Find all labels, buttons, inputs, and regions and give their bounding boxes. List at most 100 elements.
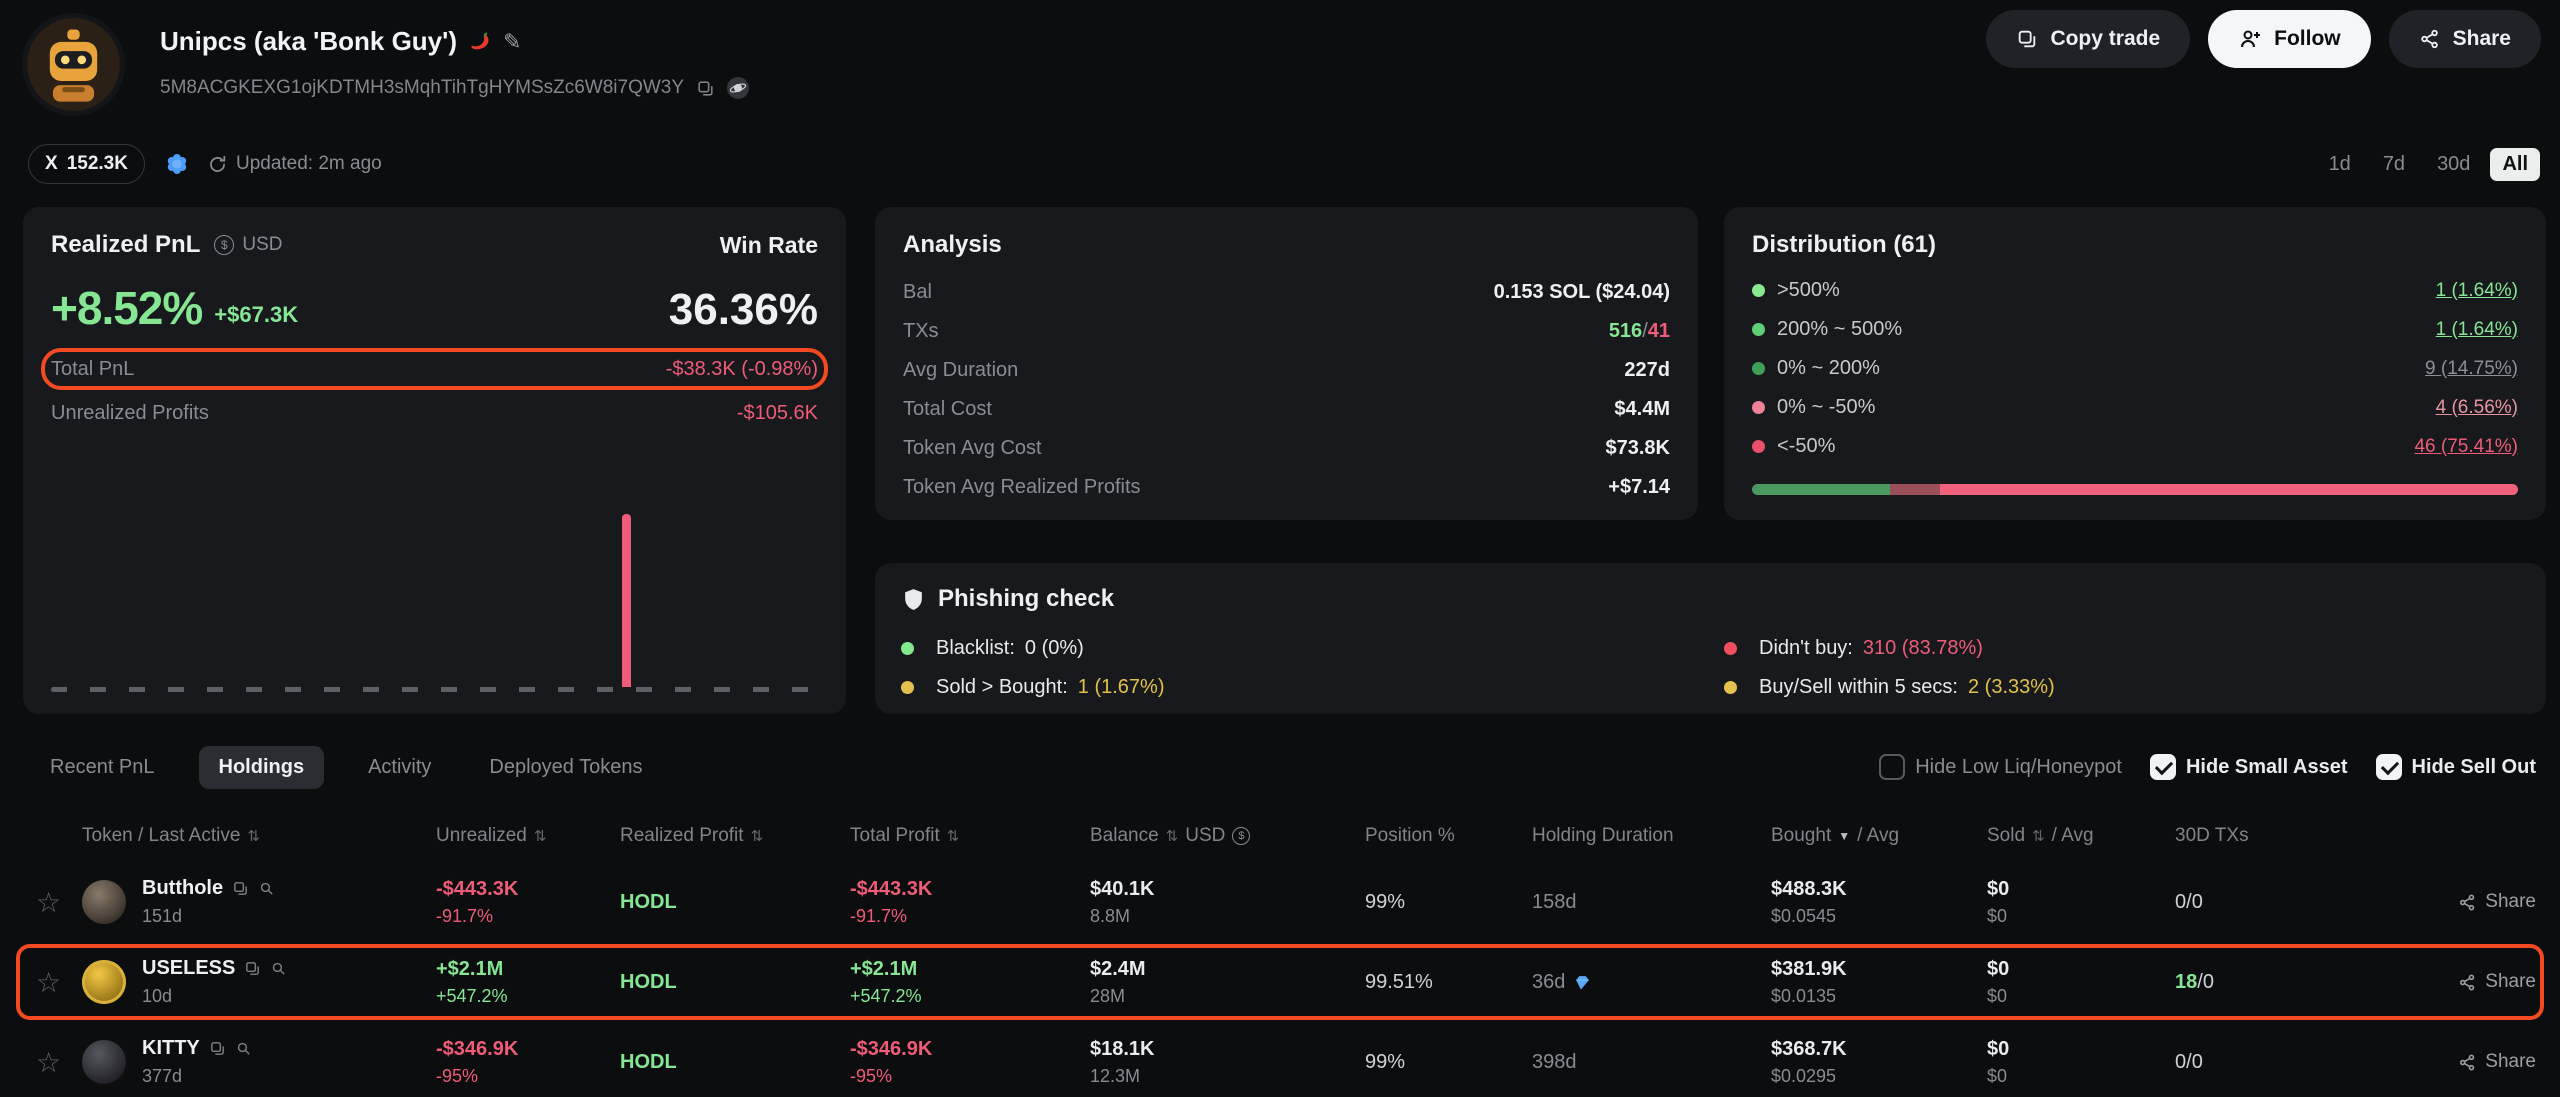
tab-deployed-tokens[interactable]: Deployed Tokens <box>475 746 656 789</box>
tab-recent-pnl[interactable]: Recent PnL <box>36 746 169 789</box>
bought-value: $488.3K <box>1771 878 1987 901</box>
balance-amount: 8.8M <box>1090 906 1365 927</box>
row-share-label: Share <box>2485 971 2536 993</box>
badge-icon[interactable] <box>165 152 189 176</box>
search-token-icon[interactable] <box>258 880 275 897</box>
token-name[interactable]: KITTY <box>142 1037 200 1060</box>
realized-profit-value: HODL <box>620 971 677 993</box>
phishing-value: 0 (0%) <box>1025 637 1084 660</box>
sort-icon[interactable]: ⇅ <box>751 827 764 845</box>
token-name[interactable]: Butthole <box>142 877 223 900</box>
analysis-label: Token Avg Cost <box>903 437 1042 460</box>
search-token-icon[interactable] <box>270 960 287 977</box>
copy-address-icon[interactable] <box>696 79 715 98</box>
sold-avg: $0 <box>1987 986 2175 1007</box>
phishing-col-2: Didn't buy: 310 (83.78%) Buy/Sell within… <box>1724 629 2520 707</box>
distribution-value[interactable]: 9 (14.75%) <box>2425 358 2518 380</box>
checkbox-checked[interactable] <box>2376 754 2402 780</box>
follow-label: Follow <box>2274 27 2341 51</box>
sold-value: $0 <box>1987 958 2175 981</box>
copy-token-icon[interactable] <box>209 1040 226 1057</box>
distribution-bar <box>1752 484 2518 495</box>
filter-hide-low-liq[interactable]: Hide Low Liq/Honeypot <box>1879 754 2122 780</box>
explorer-icon[interactable] <box>727 77 749 99</box>
sort-desc-icon[interactable]: ▼ <box>1838 829 1850 843</box>
realized-profit-value: HODL <box>620 1051 677 1073</box>
analysis-value: 0.153 SOL ($24.04) <box>1494 281 1670 304</box>
col-total-profit[interactable]: Total Profit <box>850 825 940 847</box>
search-token-icon[interactable] <box>235 1040 252 1057</box>
realized-pnl-title: Realized PnL <box>51 231 200 259</box>
col-token[interactable]: Token / Last Active <box>82 825 240 847</box>
bought-value: $368.7K <box>1771 1038 1987 1061</box>
time-filter-1d[interactable]: 1d <box>2317 148 2363 181</box>
phishing-label: Didn't buy: <box>1759 637 1853 660</box>
table-row-useless[interactable]: ☆ USELESS 10d +$2.1M+547.2% HODL +$2.1M+… <box>0 942 2560 1022</box>
copy-token-icon[interactable] <box>244 960 261 977</box>
table-row-kitty[interactable]: ☆ KITTY 377d -$346.9K-95% HODL -$346.9K-… <box>0 1022 2560 1097</box>
balance-usd-label[interactable]: USD <box>1185 825 1225 847</box>
favorite-star-icon[interactable]: ☆ <box>36 887 61 918</box>
sort-icon[interactable]: ⇅ <box>2032 827 2045 845</box>
tab-activity[interactable]: Activity <box>354 746 445 789</box>
share-icon <box>2458 1053 2477 1072</box>
distribution-value[interactable]: 1 (1.64%) <box>2436 319 2518 341</box>
share-button[interactable]: Share <box>2389 10 2541 68</box>
row-share-button[interactable]: Share <box>2458 971 2536 993</box>
sort-icon[interactable]: ⇅ <box>534 827 547 845</box>
twitter-followers-pill[interactable]: X 152.3K <box>28 144 145 184</box>
checkbox-checked[interactable] <box>2150 754 2176 780</box>
distribution-row: >500% 1 (1.64%) <box>1752 271 2518 310</box>
col-bought[interactable]: Bought <box>1771 825 1831 847</box>
distribution-dot <box>1752 284 1765 297</box>
sort-icon[interactable]: ⇅ <box>1166 827 1179 845</box>
checkbox-unchecked[interactable] <box>1879 754 1905 780</box>
currency-circle-icon[interactable]: $ <box>1232 827 1250 845</box>
sold-avg: $0 <box>1987 1066 2175 1087</box>
filter-hide-sell-out[interactable]: Hide Sell Out <box>2376 754 2536 780</box>
phishing-label: Sold > Bought: <box>936 676 1068 699</box>
copy-token-icon[interactable] <box>232 880 249 897</box>
favorite-star-icon[interactable]: ☆ <box>36 967 61 998</box>
time-filter-7d[interactable]: 7d <box>2371 148 2417 181</box>
distribution-row: 200% ~ 500% 1 (1.64%) <box>1752 310 2518 349</box>
col-30d-txs[interactable]: 30D TXs <box>2175 825 2249 847</box>
token-name[interactable]: USELESS <box>142 957 235 980</box>
distribution-label: >500% <box>1777 279 1840 302</box>
row-share-button[interactable]: Share <box>2458 1051 2536 1073</box>
col-holding-duration[interactable]: Holding Duration <box>1532 825 1674 847</box>
col-unrealized[interactable]: Unrealized <box>436 825 527 847</box>
col-sold[interactable]: Sold <box>1987 825 2025 847</box>
row-share-button[interactable]: Share <box>2458 891 2536 913</box>
sort-icon[interactable]: ⇅ <box>947 827 960 845</box>
sort-icon[interactable]: ⇅ <box>247 827 260 845</box>
analysis-value: $4.4M <box>1614 398 1670 421</box>
col-position[interactable]: Position % <box>1365 825 1455 847</box>
txs-30d-sell: 0 <box>2203 971 2214 993</box>
favorite-star-icon[interactable]: ☆ <box>36 1047 61 1078</box>
distribution-value[interactable]: 1 (1.64%) <box>2436 280 2518 302</box>
table-row-butthole[interactable]: ☆ Butthole 151d -$443.3K-91.7% HODL -$44… <box>0 862 2560 942</box>
col-balance[interactable]: Balance <box>1090 825 1159 847</box>
distribution-value[interactable]: 4 (6.56%) <box>2436 397 2518 419</box>
follow-button[interactable]: Follow <box>2208 10 2371 68</box>
tab-holdings[interactable]: Holdings <box>199 746 325 789</box>
txs-30d-buy: 0 <box>2175 891 2186 913</box>
distribution-dot <box>1752 362 1765 375</box>
currency-label[interactable]: USD <box>242 234 282 256</box>
col-realized-profit[interactable]: Realized Profit <box>620 825 744 847</box>
phishing-item-didnt-buy: Didn't buy: 310 (83.78%) <box>1724 629 2520 668</box>
distribution-value[interactable]: 46 (75.41%) <box>2414 436 2518 458</box>
refresh-icon[interactable] <box>207 154 228 175</box>
total-profit-value: -$346.9K <box>850 1038 1090 1061</box>
token-avatar <box>82 960 126 1004</box>
tabs-bar: Recent PnL Holdings Activity Deployed To… <box>36 744 2536 790</box>
currency-circle-icon[interactable]: $ <box>214 235 234 255</box>
time-filter-all[interactable]: All <box>2490 148 2540 181</box>
copy-trade-button[interactable]: Copy trade <box>1986 10 2190 68</box>
time-filter-30d[interactable]: 30d <box>2425 148 2482 181</box>
edit-name-icon[interactable]: ✎ <box>503 29 521 55</box>
filter-hide-small-asset[interactable]: Hide Small Asset <box>2150 754 2348 780</box>
holding-duration: 158d <box>1532 891 1577 913</box>
balance-usd: $40.1K <box>1090 878 1365 901</box>
